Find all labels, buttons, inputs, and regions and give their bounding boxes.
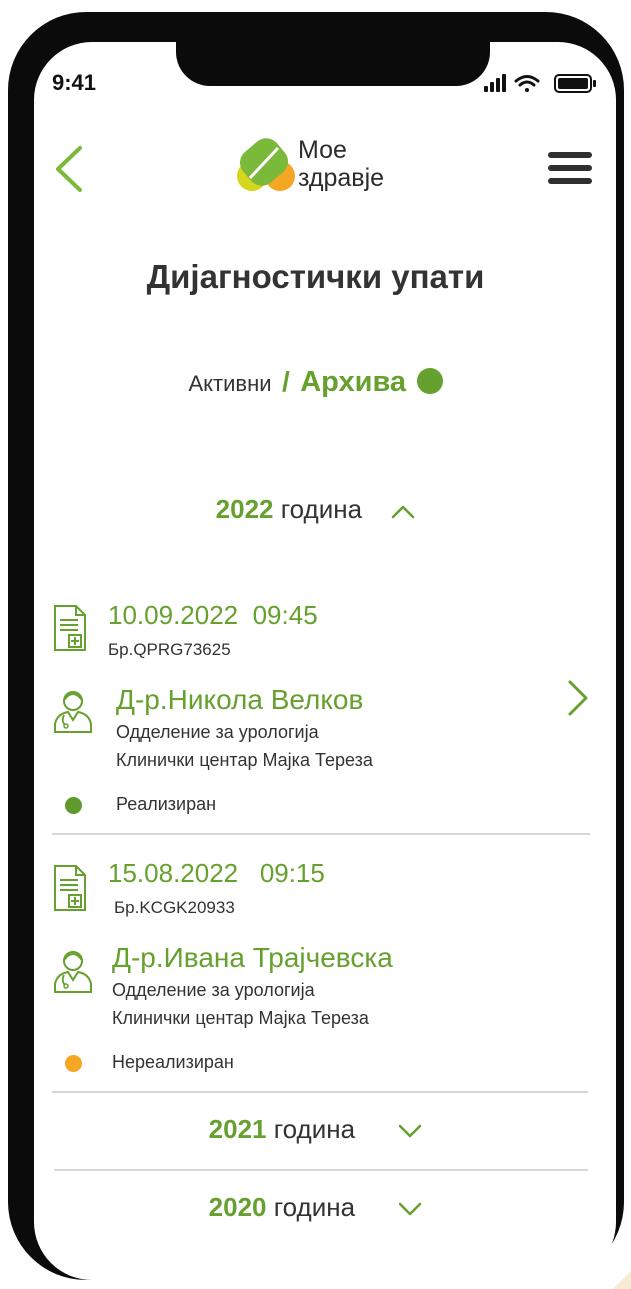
chevron-left-icon <box>56 146 82 192</box>
status-toggle: Активни / Архива <box>0 366 631 399</box>
signal-icon <box>484 74 506 92</box>
year-number: 2021 <box>208 1114 267 1144</box>
year-row-2022[interactable]: 2022 година <box>0 494 631 525</box>
app-logo: Мое здравје <box>236 136 426 198</box>
status-time: 9:41 <box>52 70 97 95</box>
year-number: 2022 <box>215 494 274 524</box>
referral-datetime: 10.09.2022 09:45 <box>108 600 318 631</box>
document-icon <box>54 605 86 651</box>
referral-time: 09:45 <box>252 600 318 630</box>
referral-datetime: 15.08.2022 09:15 <box>108 858 325 889</box>
toggle-separator: / <box>282 366 290 397</box>
clinic: Клинички центар Мајка Тереза <box>116 750 373 770</box>
menu-button[interactable] <box>546 150 594 186</box>
referral-card[interactable]: 10.09.2022 09:45 Бр.QPRG73625 Д-р.Никола… <box>0 592 631 832</box>
year-label: година <box>280 494 363 524</box>
section-divider <box>52 1091 588 1093</box>
status-label: Реализиран <box>116 794 217 814</box>
referral-time: 09:15 <box>259 858 325 888</box>
back-button[interactable] <box>50 144 90 194</box>
department: Одделение за урологија <box>116 722 319 742</box>
chevron-up-icon <box>392 505 415 519</box>
logo-mark-icon <box>237 138 295 191</box>
referral-date: 10.09.2022 <box>108 600 239 630</box>
hamburger-menu-icon <box>548 152 592 184</box>
logo-line-1: Мое <box>298 136 347 164</box>
logo-line-2: здравје <box>298 164 385 192</box>
status-dot-realized <box>65 797 82 814</box>
status-icons <box>480 70 600 96</box>
doctor-name: Д-р.Никола Велков <box>116 684 364 715</box>
referral-card[interactable]: 15.08.2022 09:15 Бр.KCGK20933 Д-р.Ивана … <box>0 852 631 1092</box>
battery-icon <box>554 74 596 93</box>
page-title: Дијагностички упати <box>146 258 485 295</box>
referral-number: Бр.KCGK20933 <box>114 898 235 917</box>
doctor-icon <box>54 691 92 733</box>
year-row-2021[interactable]: 2021 година <box>0 1114 631 1145</box>
corner-decoration <box>613 1271 631 1289</box>
document-icon <box>54 865 86 911</box>
chevron-down-icon <box>399 1124 422 1138</box>
status-dot-unrealized <box>65 1055 82 1072</box>
year-label: година <box>273 1192 356 1222</box>
status-label: Нереализиран <box>112 1052 234 1072</box>
doctor-name: Д-р.Ивана Трајчевска <box>112 942 393 973</box>
notch <box>176 30 490 86</box>
tab-archive[interactable]: Архива <box>300 366 406 398</box>
year-number: 2020 <box>208 1192 267 1222</box>
logo-text: Мое здравје <box>298 136 384 192</box>
card-divider <box>52 833 590 835</box>
archive-indicator-dot <box>416 368 443 394</box>
department: Одделение за урологија <box>112 980 315 1000</box>
clinic: Клинички центар Мајка Тереза <box>112 1008 369 1028</box>
year-row-2020[interactable]: 2020 година <box>0 1192 631 1223</box>
chevron-right-icon[interactable] <box>564 678 592 718</box>
referral-date: 15.08.2022 <box>108 858 239 888</box>
section-divider <box>54 1169 588 1171</box>
chevron-down-icon <box>399 1202 422 1216</box>
referral-number: Бр.QPRG73625 <box>108 640 231 659</box>
doctor-icon <box>54 951 92 993</box>
year-label: година <box>273 1114 356 1144</box>
tab-active[interactable]: Активни <box>189 371 272 396</box>
wifi-icon <box>514 75 540 92</box>
